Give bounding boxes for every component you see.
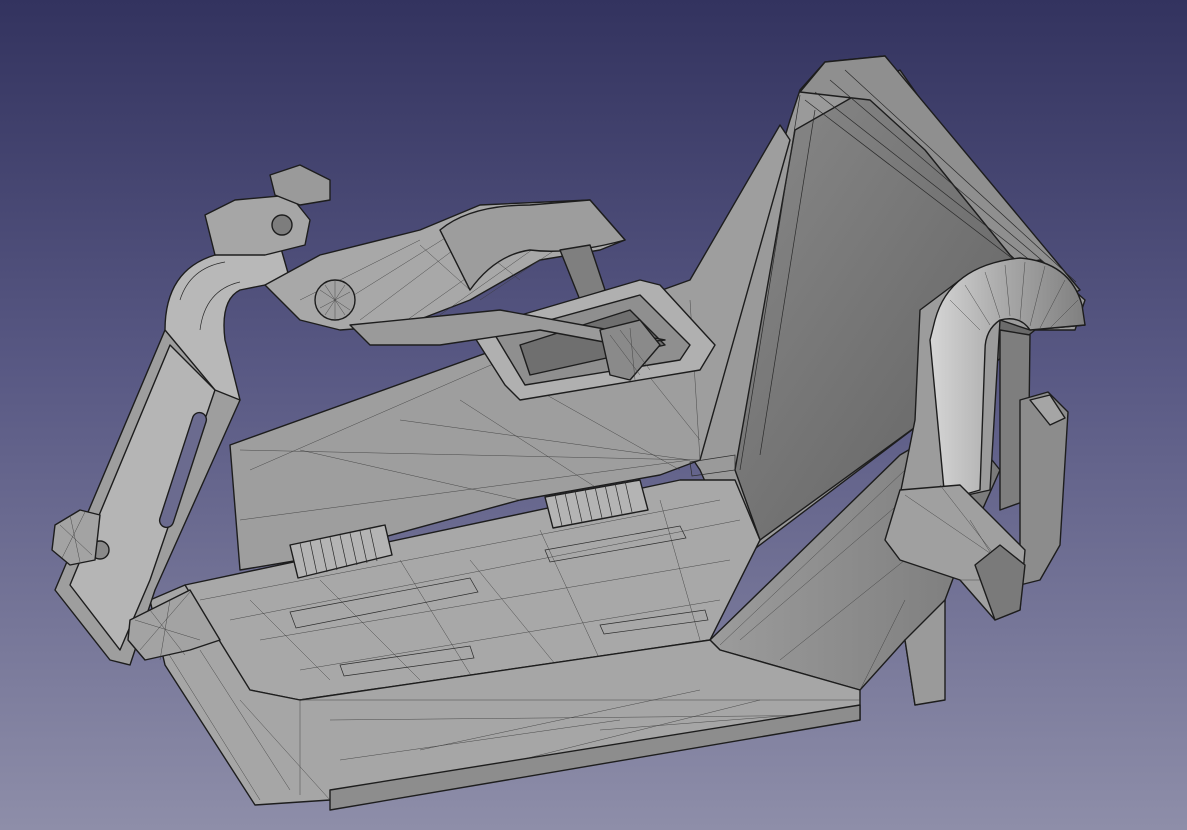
right-tab[interactable] bbox=[1019, 391, 1069, 586]
clamp-pivot-knob[interactable] bbox=[314, 279, 356, 321]
cad-model-view[interactable] bbox=[0, 0, 1187, 830]
3d-viewport[interactable] bbox=[0, 0, 1187, 830]
left-thumb-screw-upper[interactable] bbox=[51, 509, 101, 566]
upper-bracket-ear[interactable] bbox=[204, 164, 331, 256]
